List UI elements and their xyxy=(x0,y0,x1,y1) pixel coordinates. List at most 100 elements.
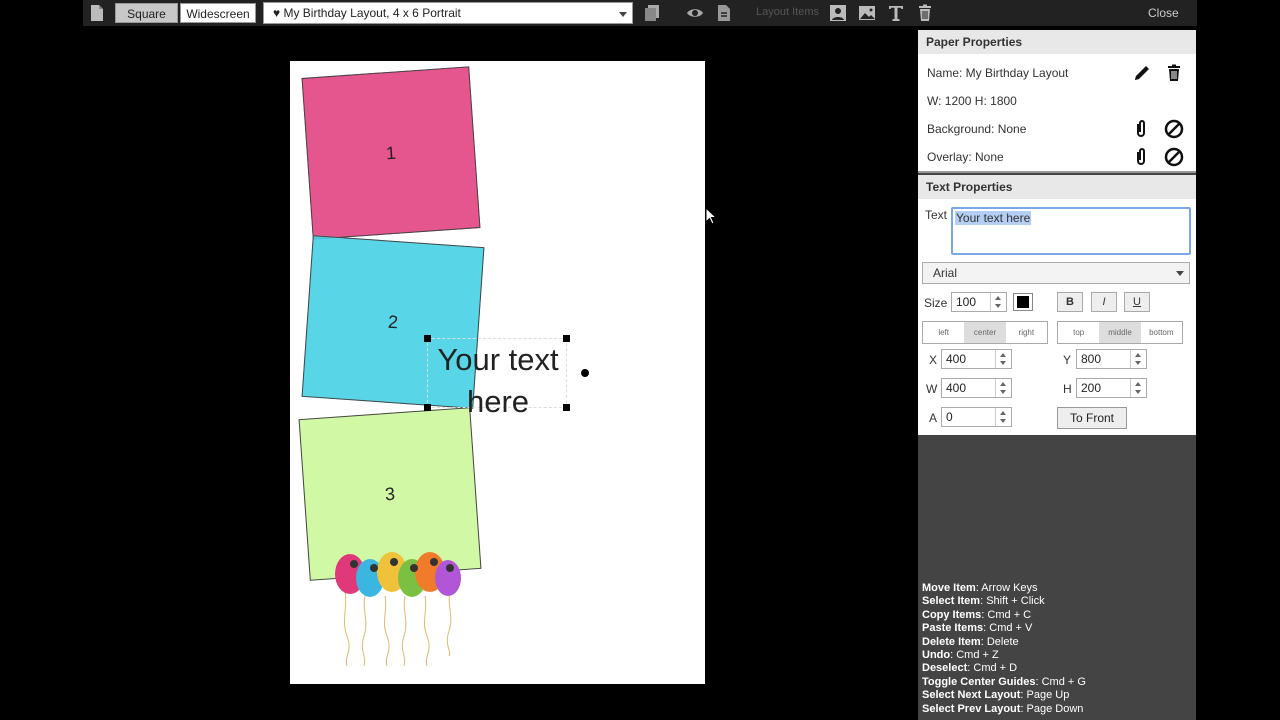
mouse-cursor-icon xyxy=(705,207,717,225)
text-label: Text xyxy=(925,208,948,222)
h-stepper[interactable]: 200 xyxy=(1076,378,1147,398)
underline-button[interactable]: U xyxy=(1124,292,1150,312)
y-value: 800 xyxy=(1081,352,1102,366)
resize-handle-top-left[interactable] xyxy=(424,335,431,342)
text-item-content: Your text here xyxy=(428,339,568,423)
w-stepper[interactable]: 400 xyxy=(941,378,1012,398)
size-stepper[interactable]: 100 xyxy=(951,292,1007,312)
add-person-icon[interactable] xyxy=(829,4,847,22)
font-select-value: Arial xyxy=(933,266,958,280)
new-page-icon[interactable] xyxy=(88,4,106,22)
chevron-down-icon xyxy=(1176,271,1184,276)
trash-icon[interactable] xyxy=(916,4,934,22)
stepper-arrows-icon[interactable] xyxy=(995,350,1011,368)
shortcut-keys: : Page Down xyxy=(1020,702,1084,715)
y-label: Y xyxy=(1063,353,1072,367)
shortcut-keys: : Shift + Click xyxy=(980,595,1045,608)
close-button[interactable]: Close xyxy=(1148,6,1179,20)
resize-handle-top-right[interactable] xyxy=(563,335,570,342)
pencil-icon[interactable] xyxy=(1132,63,1152,83)
balloons-overlay-image[interactable] xyxy=(330,546,470,671)
layout-paper-canvas[interactable]: 1 2 3 Your text here xyxy=(290,61,705,684)
shortcut-action: Undo xyxy=(922,649,951,662)
stepper-arrows-icon[interactable] xyxy=(995,379,1011,397)
text-color-swatch[interactable] xyxy=(1013,293,1033,311)
app-window: Square Widescreen ♥ My Birthday Layout, … xyxy=(0,0,1280,720)
horizontal-align-group: left center right xyxy=(922,321,1048,344)
shortcut-row: Toggle Center Guides: Cmd + G xyxy=(922,676,1086,689)
shortcut-row: Select Item: Shift + Click xyxy=(922,595,1086,608)
shortcut-action: Move Item xyxy=(922,582,976,594)
layout-select-value: ♥ My Birthday Layout, 4 x 6 Portrait xyxy=(273,6,461,20)
x-value: 400 xyxy=(946,352,967,366)
add-image-icon[interactable] xyxy=(858,4,876,22)
angle-label: A xyxy=(929,411,938,425)
paperclip-icon[interactable] xyxy=(1131,147,1151,167)
trash-icon[interactable] xyxy=(1164,63,1184,83)
shortcut-action: Select Prev Layout xyxy=(922,702,1021,715)
angle-stepper[interactable]: 0 xyxy=(941,407,1012,427)
layout-select[interactable]: ♥ My Birthday Layout, 4 x 6 Portrait xyxy=(263,2,633,24)
rotate-handle[interactable] xyxy=(581,369,589,377)
shortcut-action: Copy Items xyxy=(922,608,982,621)
shortcut-action: Paste Items xyxy=(922,622,984,635)
shortcut-keys: : Cmd + V xyxy=(983,622,1033,635)
italic-button[interactable]: I xyxy=(1091,292,1117,312)
stepper-arrows-icon[interactable] xyxy=(1130,350,1146,368)
selected-text-item[interactable]: Your text here xyxy=(427,338,567,419)
text-properties-title: Text Properties xyxy=(918,175,1196,199)
widescreen-button[interactable]: Widescreen xyxy=(180,3,256,23)
layout-items-label: Layout Items xyxy=(756,6,819,18)
x-stepper[interactable]: 400 xyxy=(941,349,1012,369)
shortcut-action: Delete Item xyxy=(922,635,981,648)
photo-placeholder-1[interactable]: 1 xyxy=(301,66,481,240)
properties-panel: Paper Properties Name: My Birthday Layou… xyxy=(918,30,1196,720)
h-label: H xyxy=(1063,382,1072,396)
photo-placeholder-label: 2 xyxy=(387,311,399,332)
text-properties-section: Text Properties Text Your text here Aria… xyxy=(918,175,1196,435)
paper-properties-title: Paper Properties xyxy=(918,30,1196,54)
square-button[interactable]: Square xyxy=(115,3,178,23)
font-select[interactable]: Arial xyxy=(922,262,1190,284)
shortcut-row: Copy Items: Cmd + C xyxy=(922,609,1086,622)
no-entry-icon[interactable] xyxy=(1164,119,1184,139)
keyboard-shortcuts-list: Move Item: Arrow Keys Select Item: Shift … xyxy=(922,582,1086,716)
w-label: W xyxy=(926,382,938,396)
paperclip-icon[interactable] xyxy=(1131,119,1151,139)
add-text-icon[interactable] xyxy=(887,4,905,22)
copy-icon[interactable] xyxy=(643,4,661,22)
shortcut-keys: : Cmd + C xyxy=(981,608,1032,621)
shortcut-row: Select Prev Layout: Page Down xyxy=(922,703,1086,716)
size-label: Size xyxy=(924,296,948,310)
export-icon[interactable] xyxy=(715,4,733,22)
bold-button[interactable]: B xyxy=(1057,292,1083,312)
align-center-button[interactable]: center xyxy=(964,322,1006,343)
align-top-button[interactable]: top xyxy=(1058,322,1099,343)
preview-eye-icon[interactable] xyxy=(686,4,704,22)
align-bottom-button[interactable]: bottom xyxy=(1141,322,1182,343)
resize-handle-bottom-left[interactable] xyxy=(424,404,431,411)
w-value: 400 xyxy=(946,381,967,395)
stepper-arrows-icon[interactable] xyxy=(995,408,1011,426)
photo-placeholder-label: 1 xyxy=(385,142,397,163)
shortcut-row: Select Next Layout: Page Up xyxy=(922,689,1086,702)
top-toolbar: Square Widescreen ♥ My Birthday Layout, … xyxy=(83,0,1197,26)
stepper-arrows-icon[interactable] xyxy=(1130,379,1146,397)
align-middle-button[interactable]: middle xyxy=(1099,322,1141,343)
no-entry-icon[interactable] xyxy=(1164,147,1184,167)
text-item-line-2: here xyxy=(466,384,530,419)
chevron-down-icon xyxy=(619,12,627,17)
stepper-arrows-icon[interactable] xyxy=(990,293,1006,311)
x-label: X xyxy=(929,353,938,367)
align-right-button[interactable]: right xyxy=(1006,322,1047,343)
resize-handle-bottom-right[interactable] xyxy=(563,404,570,411)
shortcut-row: Paste Items: Cmd + V xyxy=(922,622,1086,635)
shortcut-keys: : Page Up xyxy=(1020,689,1070,702)
to-front-button[interactable]: To Front xyxy=(1057,407,1127,429)
align-left-button[interactable]: left xyxy=(923,322,964,343)
shortcut-keys: : Cmd + D xyxy=(967,662,1018,675)
y-stepper[interactable]: 800 xyxy=(1076,349,1147,369)
text-input-value: Your text here xyxy=(955,211,1032,225)
shortcut-keys: : Cmd + Z xyxy=(950,649,999,662)
text-item-line-1: Your text xyxy=(437,342,559,377)
